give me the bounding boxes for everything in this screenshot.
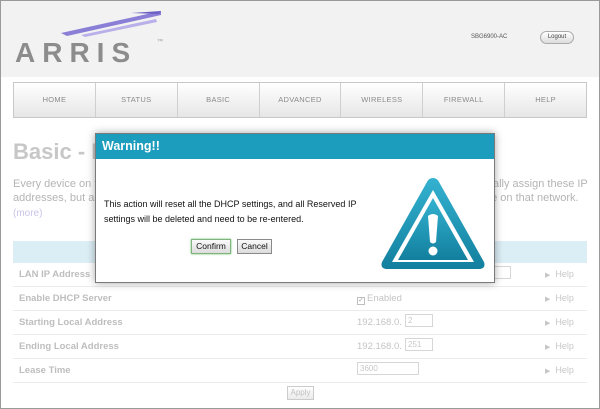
dialog-message: This action will reset all the DHCP sett…: [104, 199, 357, 224]
nav-status[interactable]: STATUS: [96, 83, 178, 117]
cancel-button[interactable]: Cancel: [237, 239, 272, 254]
nav-firewall[interactable]: FIREWALL: [423, 83, 506, 117]
nav-wireless[interactable]: WIRELESS: [341, 83, 424, 117]
logout-button[interactable]: Logout: [540, 31, 574, 44]
dialog-header: Warning!!: [96, 134, 494, 159]
confirm-button[interactable]: Confirm: [191, 239, 231, 254]
router-admin-page: ARRIS ™ SBG6900-AC Logout HOME STATUS BA…: [0, 0, 600, 409]
main-nav: HOME STATUS BASIC ADVANCED WIRELESS FIRE…: [13, 82, 587, 118]
nav-advanced[interactable]: ADVANCED: [260, 83, 342, 117]
arris-logo-swoosh: [61, 11, 161, 37]
model-number: SBG6900-AC: [471, 34, 508, 40]
warning-icon: [381, 178, 485, 269]
nav-help[interactable]: HELP: [505, 83, 586, 117]
arris-logo-text: ARRIS: [15, 37, 138, 68]
warning-dialog: Warning!! This action will reset all the…: [95, 133, 495, 283]
trademark-mark: ™: [157, 39, 163, 45]
dialog-title: Warning!!: [102, 139, 160, 153]
nav-home[interactable]: HOME: [14, 83, 96, 117]
header: ARRIS ™ SBG6900-AC Logout: [1, 1, 599, 77]
nav-basic[interactable]: BASIC: [178, 83, 260, 117]
